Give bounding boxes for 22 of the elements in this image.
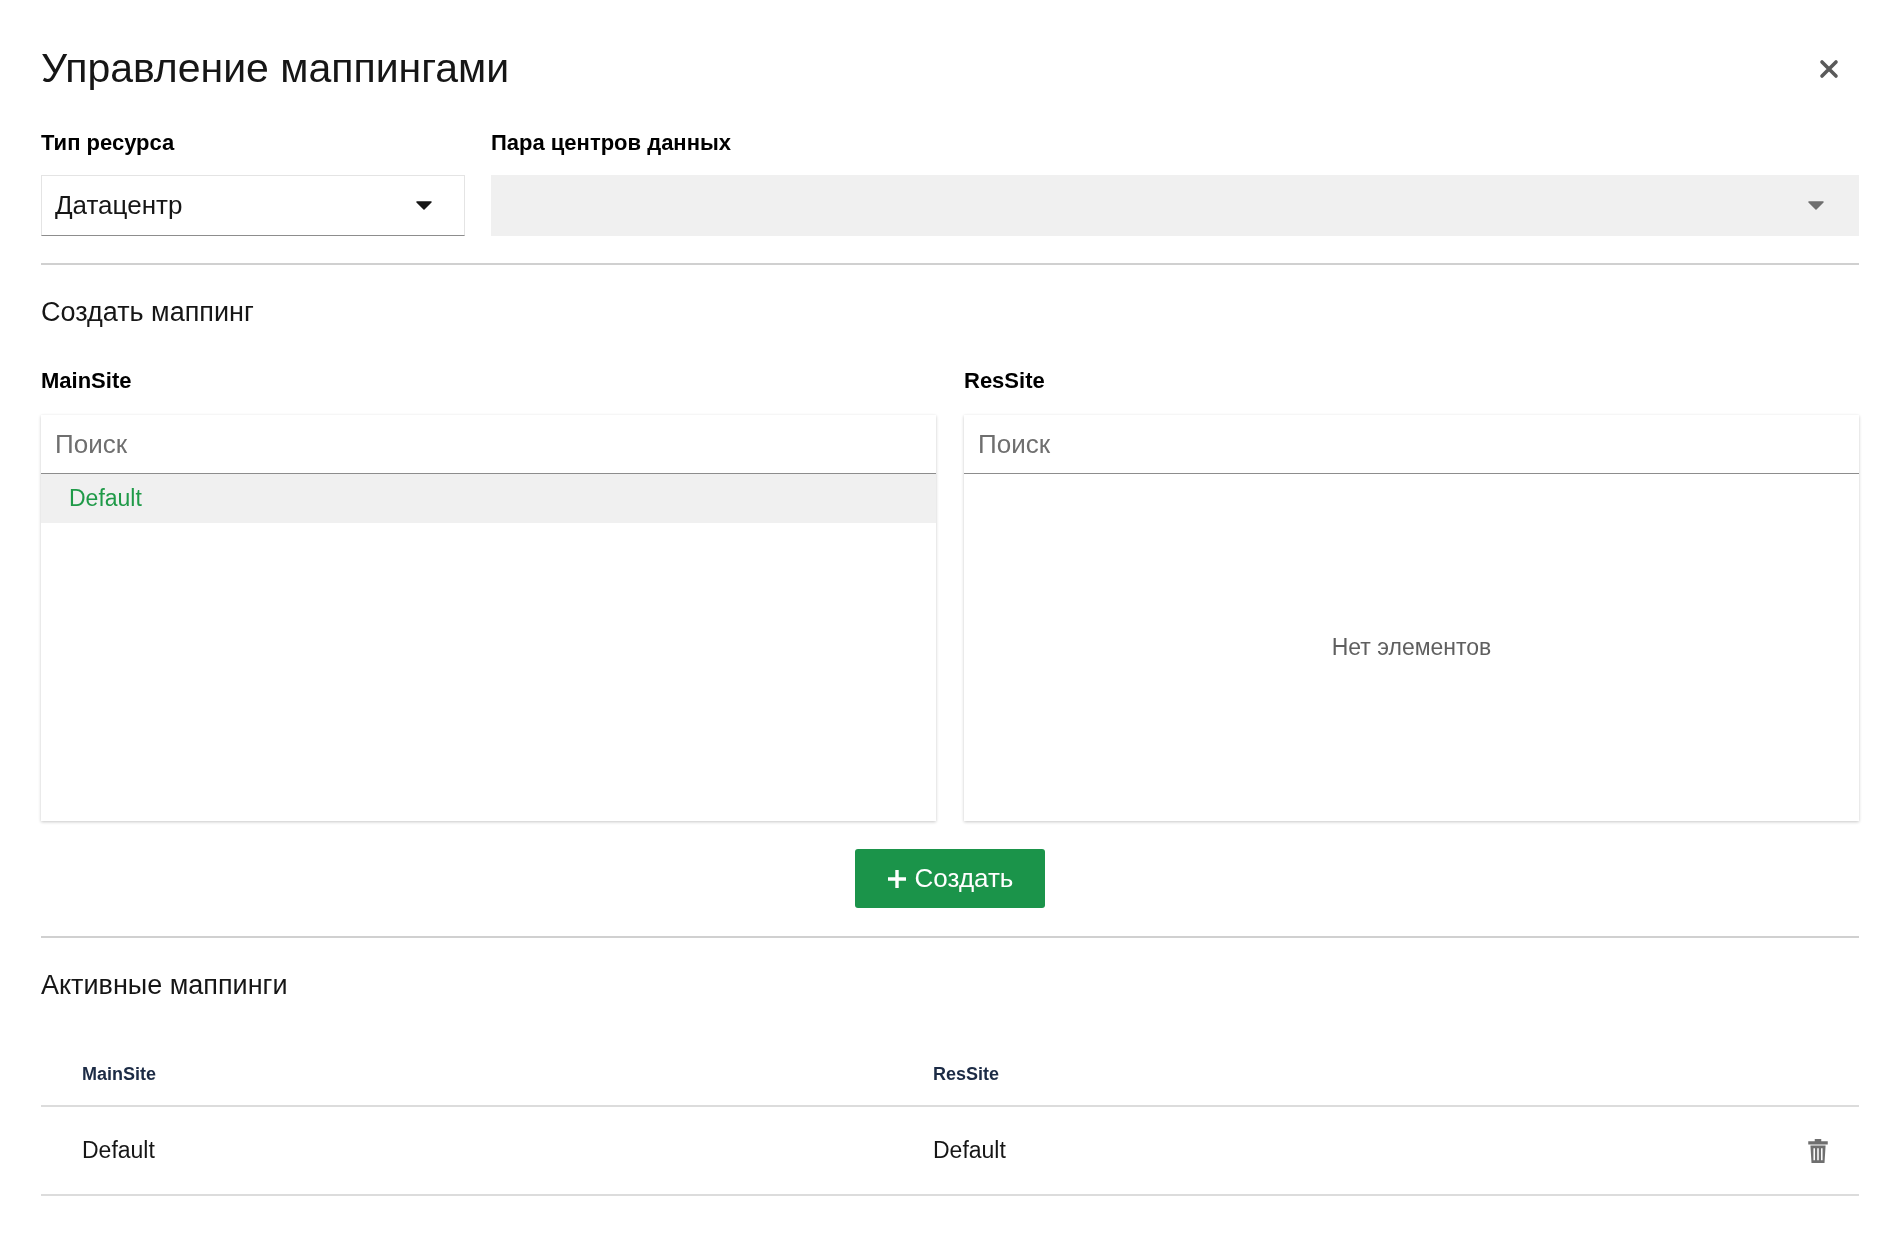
field-label: Тип ресурса <box>41 131 175 155</box>
create-button[interactable]: Создать <box>855 849 1045 908</box>
search-field[interactable]: Поиск <box>964 415 1859 474</box>
trash-icon[interactable] <box>1806 1137 1829 1164</box>
empty-message: Нет элементов <box>1331 634 1492 661</box>
table-cell: Default <box>933 1137 1006 1163</box>
column-header: MainSite <box>82 1063 156 1084</box>
search-field[interactable]: Поиск <box>41 415 936 474</box>
list-label: MainSite <box>41 369 132 393</box>
section-heading: Создать маппинг <box>41 298 254 326</box>
table-cell: Default <box>82 1137 155 1163</box>
column-header: ResSite <box>933 1063 1000 1084</box>
plus-icon <box>886 868 907 889</box>
section-heading: Активные маппинги <box>41 971 288 999</box>
field-label: Пара центров данных <box>491 131 731 155</box>
close-icon[interactable] <box>1819 59 1839 79</box>
list-label: ResSite <box>964 369 1045 393</box>
caret-icon <box>416 201 432 210</box>
select-field[interactable]: Датацентр <box>41 175 465 236</box>
dialog-title: Управление маппингами <box>41 45 510 91</box>
list-item[interactable]: Default <box>41 474 936 523</box>
caret-icon <box>1808 201 1824 210</box>
